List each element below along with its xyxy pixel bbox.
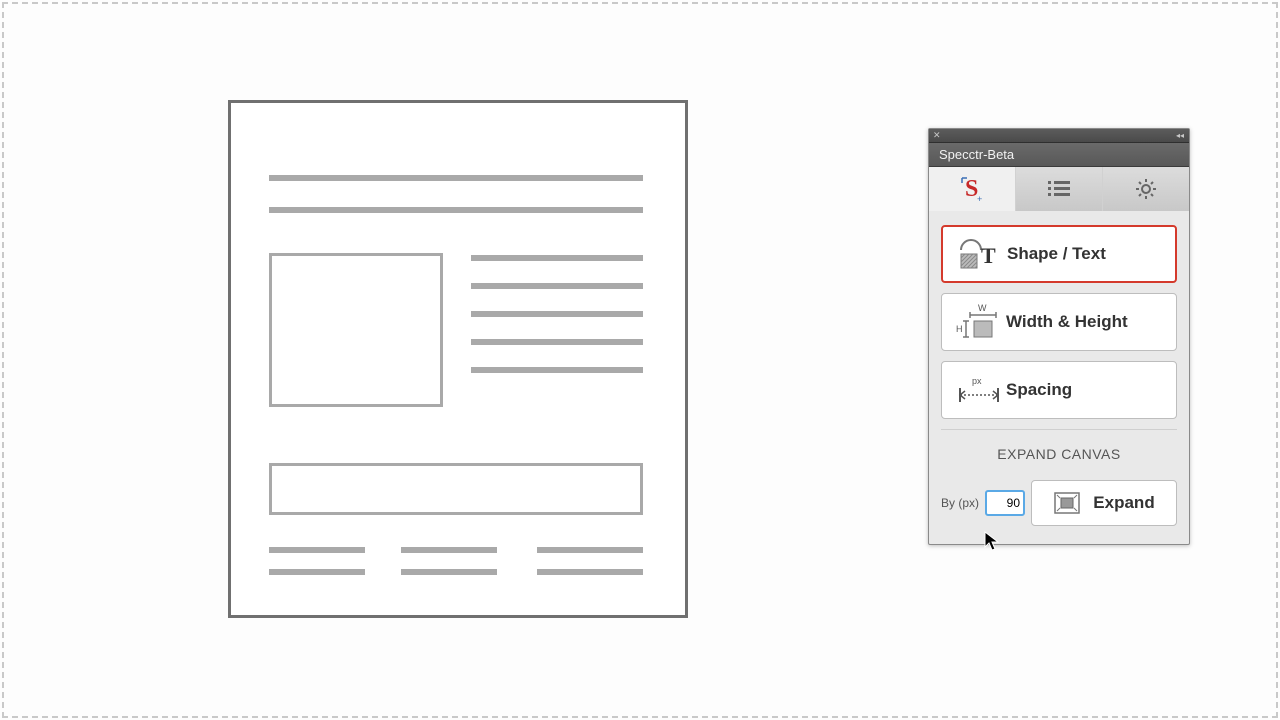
wire-bar [471,367,643,373]
wire-bar [401,547,497,553]
wire-bar [269,175,643,181]
spacing-icon: px [952,370,1006,410]
wire-bar [471,339,643,345]
svg-text:T: T [981,243,996,268]
wire-bar [269,207,643,213]
by-px-input[interactable] [985,490,1025,516]
width-height-button[interactable]: W H Width & Height [941,293,1177,351]
svg-text:H: H [956,324,963,334]
shape-text-button[interactable]: T Shape / Text [941,225,1177,283]
expand-button[interactable]: Expand [1031,480,1177,526]
collapse-icon[interactable]: ◂◂ [1176,132,1184,140]
panel-body: T Shape / Text W H Width & Heigh [929,211,1189,544]
wire-wide-box [269,463,643,515]
expand-button-label: Expand [1093,493,1154,513]
wire-bar [401,569,497,575]
specctr-panel: ✕ ◂◂ Specctr-Beta S + [928,128,1190,545]
shape-text-label: Shape / Text [1007,244,1106,264]
wireframe-document [228,100,688,618]
shape-text-icon: T [953,234,1007,274]
wire-bar [269,569,365,575]
tab-list[interactable] [1016,167,1103,211]
width-height-label: Width & Height [1006,312,1128,332]
wire-image-box [269,253,443,407]
panel-titlebar[interactable]: ✕ ◂◂ [929,129,1189,143]
wire-bar [537,547,643,553]
list-icon [1046,179,1072,199]
svg-text:px: px [972,376,982,386]
tab-settings[interactable] [1103,167,1189,211]
specctr-logo-icon: S + [959,174,985,204]
tab-specs[interactable]: S + [929,167,1016,211]
panel-icon-tabs: S + [929,167,1189,211]
wire-bar [471,311,643,317]
spacing-label: Spacing [1006,380,1072,400]
expand-icon [1053,491,1081,515]
gear-icon [1134,177,1158,201]
wire-bar [471,255,643,261]
expand-canvas-title: EXPAND CANVAS [941,446,1177,462]
expand-row: By (px) Expand [941,480,1177,526]
wire-bar [471,283,643,289]
panel-tab-header[interactable]: Specctr-Beta [929,143,1189,167]
panel-title: Specctr-Beta [939,147,1014,162]
close-icon[interactable]: ✕ [933,131,941,140]
panel-divider [941,429,1177,430]
spacing-button[interactable]: px Spacing [941,361,1177,419]
width-height-icon: W H [952,302,1006,342]
svg-text:+: + [977,194,982,204]
wire-bar [537,569,643,575]
wire-bar [269,547,365,553]
svg-text:W: W [978,303,987,313]
by-px-label: By (px) [941,496,979,510]
